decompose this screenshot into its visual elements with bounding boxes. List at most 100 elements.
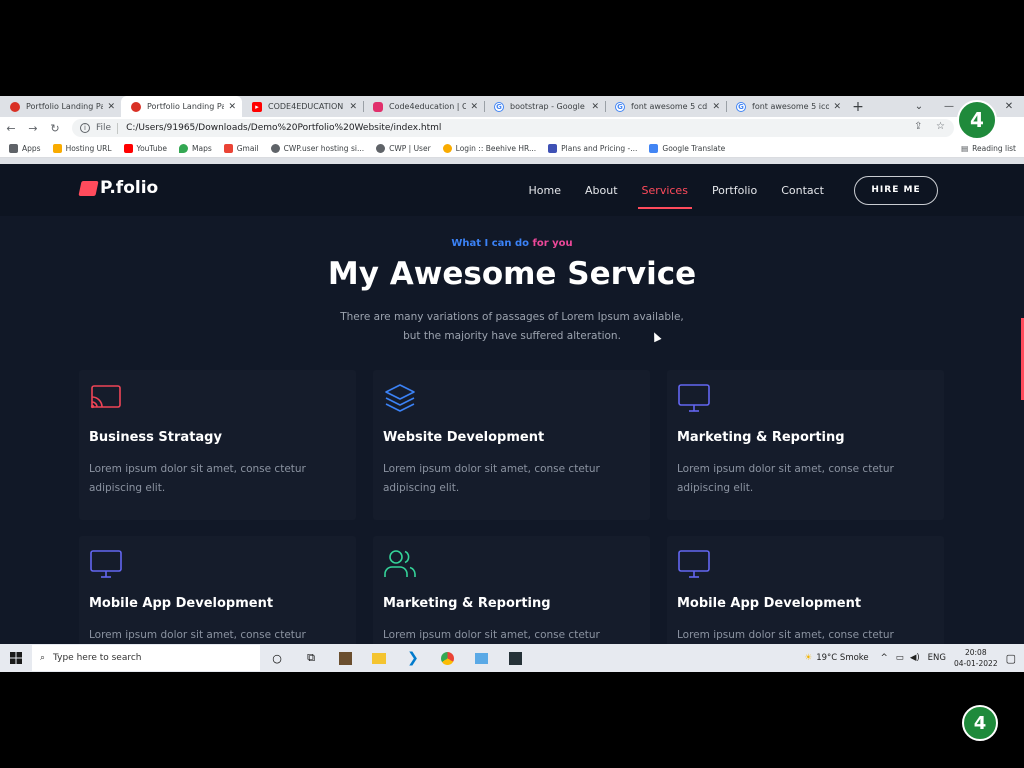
system-tray: ☀ 19°C Smoke ^ ▭ ◀) ENG 20:08 04-01-2022 … (805, 644, 1024, 672)
service-title: Mobile App Development (677, 596, 862, 611)
google-icon: G (494, 101, 504, 112)
nav-menu: Home About Services Portfolio Contact HI… (517, 164, 938, 216)
notifications-icon[interactable]: ▢ (1006, 652, 1016, 665)
bookmark-apps[interactable]: Apps (9, 143, 41, 153)
star-icon[interactable]: ☆ (936, 121, 945, 132)
bookmark-plans-pricing[interactable]: Plans and Pricing -... (548, 143, 637, 153)
taskbar-search[interactable]: ⌕ Type here to search (32, 645, 260, 671)
nav-services[interactable]: Services (637, 184, 693, 209)
channel-logo-icon: 4 (957, 100, 997, 140)
nav-portfolio[interactable]: Portfolio (712, 184, 757, 197)
browser-tab-active[interactable]: Portfolio Landing Pag ✕ (121, 96, 242, 117)
browser-tab[interactable]: Portfolio Landing Pag ✕ (0, 96, 121, 117)
close-window-button[interactable]: ✕ (994, 96, 1024, 117)
favicon-icon (131, 101, 141, 112)
monitor-icon (678, 384, 710, 412)
start-button[interactable] (0, 644, 32, 672)
bookmark-youtube[interactable]: YouTube (123, 143, 167, 153)
users-icon (384, 550, 416, 577)
cortana-icon[interactable]: ○ (260, 644, 294, 672)
service-description: Lorem ipsum dolor sit amet, conse ctetur… (89, 463, 306, 494)
section-eyebrow: What I can do for you (0, 238, 1024, 249)
close-icon[interactable]: ✕ (228, 102, 236, 112)
app-icon[interactable] (464, 644, 498, 672)
new-tab-button[interactable]: + (847, 96, 869, 117)
youtube-icon (123, 143, 133, 153)
bookmark-cwp-hosting[interactable]: CWP.user hosting si... (270, 143, 365, 153)
nav-about[interactable]: About (585, 184, 618, 197)
nav-contact[interactable]: Contact (781, 184, 824, 197)
bookmark-label: Login :: Beehive HR... (455, 143, 537, 153)
url-scheme: File (96, 123, 112, 133)
service-title: Marketing & Reporting (677, 430, 845, 445)
reading-list-icon: ▤ (961, 144, 969, 153)
tab-title: Code4education | Co (389, 102, 467, 111)
vscode-icon[interactable]: ❯ (396, 644, 430, 672)
bookmark-gmail[interactable]: Gmail (223, 143, 259, 153)
app-icon[interactable] (328, 644, 362, 672)
forward-button[interactable]: → (22, 117, 44, 139)
layers-icon (385, 384, 415, 412)
service-description: Lorem ipsum dolor sit amet, conse ctetur (383, 629, 600, 641)
close-icon[interactable]: ✕ (712, 102, 720, 112)
channel-logo-icon: 4 (962, 705, 998, 741)
browser-toolbar: ← → ↻ i File C:/Users/91965/Downloads/De… (0, 117, 1024, 139)
tab-search-icon[interactable]: ⌄ (904, 96, 934, 117)
app-icon[interactable] (498, 644, 532, 672)
volume-icon[interactable]: ◀) (910, 653, 920, 663)
cwp-icon (376, 143, 386, 153)
clock[interactable]: 20:08 04-01-2022 (954, 647, 998, 669)
tray-arrow-icon[interactable]: ^ (881, 653, 888, 663)
service-card[interactable]: Marketing & Reporting Lorem ipsum dolor … (373, 536, 650, 644)
browser-tab[interactable]: Gfont awesome 5 icon ✕ (726, 96, 847, 117)
monitor-icon (678, 550, 710, 578)
file-explorer-icon[interactable] (362, 644, 396, 672)
close-icon[interactable]: ✕ (470, 102, 478, 112)
service-card[interactable]: Business Stratagy Lorem ipsum dolor sit … (79, 370, 356, 520)
close-icon[interactable]: ✕ (349, 102, 357, 112)
folder-icon (52, 143, 62, 153)
browser-tab[interactable]: ▸ CODE4EDUCATION - ✕ (242, 96, 363, 117)
chrome-icon[interactable] (430, 644, 464, 672)
close-icon[interactable]: ✕ (833, 102, 841, 112)
service-title: Website Development (383, 430, 545, 445)
tab-title: Portfolio Landing Pag (26, 102, 104, 111)
site-logo[interactable]: P.folio (78, 178, 159, 198)
reading-list-button[interactable]: ▤ Reading list (961, 144, 1016, 153)
share-icon[interactable]: ⇪ (914, 121, 922, 132)
hire-me-button[interactable]: HIRE ME (854, 175, 938, 205)
bookmark-maps[interactable]: Maps (179, 143, 212, 153)
google-icon: G (736, 101, 746, 112)
bookmark-hosting-url[interactable]: Hosting URL (52, 143, 112, 153)
nav-home[interactable]: Home (529, 184, 561, 197)
close-icon[interactable]: ✕ (107, 102, 115, 112)
language-indicator[interactable]: ENG (928, 653, 946, 663)
reload-button[interactable]: ↻ (44, 117, 66, 139)
network-icon[interactable]: ▭ (896, 653, 904, 663)
back-button[interactable]: ← (0, 117, 22, 139)
clock-date: 04-01-2022 (954, 659, 998, 668)
service-card[interactable]: Mobile App Development Lorem ipsum dolor… (667, 536, 944, 644)
gmail-icon (223, 143, 233, 153)
browser-tab[interactable]: Code4education | Co ✕ (363, 96, 484, 117)
tab-title: CODE4EDUCATION - (268, 102, 346, 111)
service-card[interactable]: Marketing & Reporting Lorem ipsum dolor … (667, 370, 944, 520)
bookmark-label: CWP.user hosting si... (283, 143, 365, 153)
logo-text: P.folio (100, 178, 159, 198)
bookmark-beehive[interactable]: Login :: Beehive HR... (442, 143, 537, 153)
weather-text[interactable]: 19°C Smoke (816, 653, 868, 663)
address-bar[interactable]: i File C:/Users/91965/Downloads/Demo%20P… (72, 119, 954, 137)
apps-grid-icon (9, 143, 18, 153)
bookmark-label: Hosting URL (65, 143, 112, 153)
browser-tab[interactable]: Gbootstrap - Google Se ✕ (484, 96, 605, 117)
task-view-icon[interactable]: ⧉ (294, 644, 328, 672)
service-card[interactable]: Mobile App Development Lorem ipsum dolor… (79, 536, 356, 644)
instagram-icon (373, 101, 383, 112)
info-icon[interactable]: i (80, 123, 90, 133)
bookmark-cwp-user[interactable]: CWP | User (376, 143, 431, 153)
service-card[interactable]: Website Development Lorem ipsum dolor si… (373, 370, 650, 520)
url-text: C:/Users/91965/Downloads/Demo%20Portfoli… (126, 123, 442, 133)
bookmark-google-translate[interactable]: Google Translate (649, 143, 725, 153)
browser-tab[interactable]: Gfont awesome 5 cdn ✕ (605, 96, 726, 117)
close-icon[interactable]: ✕ (591, 102, 599, 112)
